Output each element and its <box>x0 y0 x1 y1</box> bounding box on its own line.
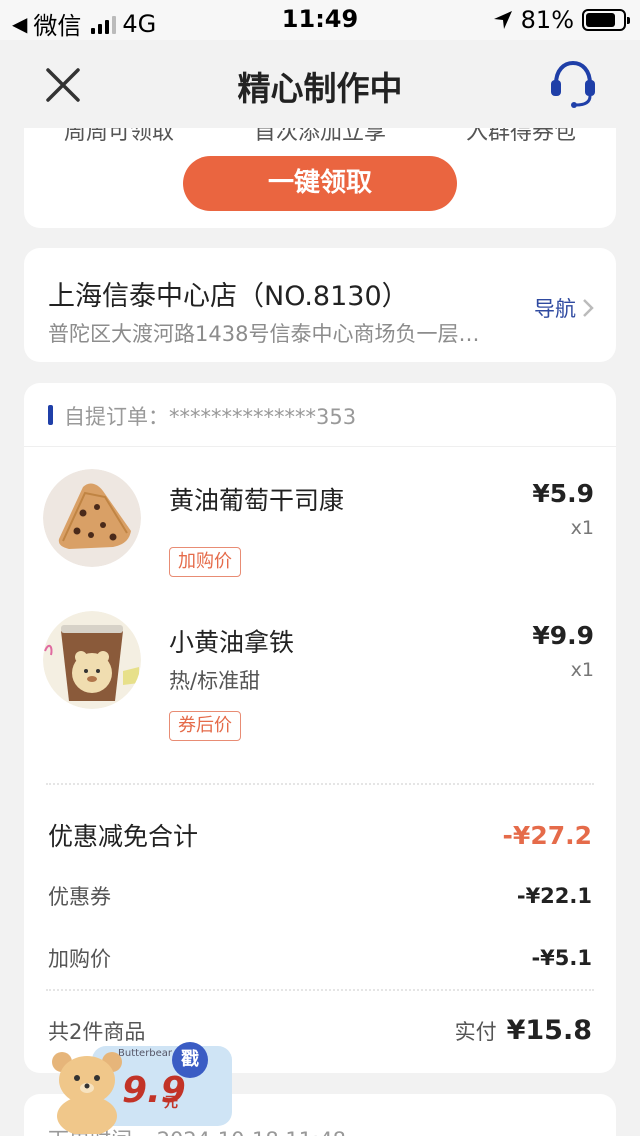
bear-mascot-icon <box>52 1052 122 1134</box>
promo-unit: 元 <box>164 1095 178 1111</box>
status-right: 81% <box>493 6 630 34</box>
battery-icon <box>582 9 630 31</box>
price-tag: 加购价 <box>169 547 241 577</box>
coupon-label: 优惠券 <box>48 885 111 909</box>
coupon-card: 周周可领取 首次添加立享 入群得券包 一键领取 <box>24 128 616 228</box>
discount-total-row: 优惠减免合计 -¥27.2 <box>48 817 592 853</box>
paid-value: ¥15.8 <box>506 1015 592 1046</box>
item-spec: 热/标准甜 <box>169 669 261 693</box>
addon-label: 加购价 <box>48 947 111 971</box>
price-tag: 券后价 <box>169 711 241 741</box>
customer-service-icon[interactable] <box>548 58 598 110</box>
item-name: 小黄油拿铁 <box>169 628 295 657</box>
item-quantity: x1 <box>570 659 594 681</box>
item-price: ¥5.9 <box>532 479 594 508</box>
paid-label: 实付 <box>454 1020 497 1044</box>
floating-promo-widget[interactable]: Butterbear 9.9 元 戳 <box>32 1040 232 1134</box>
status-bar: ◀ 微信 4G 11:49 81% <box>0 0 640 40</box>
divider <box>46 783 594 785</box>
page-title: 精心制作中 <box>237 69 403 108</box>
addon-row: 加购价 -¥5.1 <box>48 943 592 973</box>
scone-image <box>43 469 141 567</box>
navigate-link[interactable]: 导航 <box>534 293 594 323</box>
coupon-row: 优惠券 -¥22.1 <box>48 881 592 911</box>
order-item: 黄油葡萄干司康 加购价 ¥5.9 x1 <box>24 469 616 599</box>
chevron-right-icon <box>583 299 594 317</box>
amount-paid: 实付 ¥15.8 <box>455 1015 592 1046</box>
item-name: 黄油葡萄干司康 <box>169 486 345 515</box>
item-quantity: x1 <box>570 517 594 539</box>
addon-value: -¥5.1 <box>531 946 592 970</box>
store-address: 普陀区大渡河路1438号信泰中心商场负一层… <box>48 322 480 346</box>
battery-percent: 81% <box>520 6 574 34</box>
nav-bar: 精心制作中 <box>0 40 640 128</box>
navigate-label: 导航 <box>534 297 576 321</box>
latte-image <box>43 611 141 709</box>
location-arrow-icon <box>493 11 512 29</box>
claim-all-button[interactable]: 一键领取 <box>183 156 457 211</box>
divider <box>46 989 594 991</box>
coupon-peek-item: 周周可领取 <box>63 128 174 145</box>
discount-total-label: 优惠减免合计 <box>48 822 199 851</box>
item-price: ¥9.9 <box>532 621 594 650</box>
coupon-peek-row: 周周可领取 首次添加立享 入群得券包 <box>24 128 616 146</box>
coupon-value: -¥22.1 <box>516 884 592 908</box>
coupon-peek-item: 入群得券包 <box>465 128 576 145</box>
discount-total-value: -¥27.2 <box>502 820 592 850</box>
order-header: 自提订单：**************353 <box>24 383 616 447</box>
order-item: 小黄油拿铁 热/标准甜 券后价 ¥9.9 x1 <box>24 611 616 741</box>
promo-stamp-badge: 戳 <box>172 1042 208 1078</box>
store-name: 上海信泰中心店（NO.8130） <box>48 281 409 312</box>
order-card: 自提订单：**************353 黄油葡萄干司康 加购价 ¥5.9 … <box>24 383 616 1073</box>
coupon-peek-item: 首次添加立享 <box>253 128 386 145</box>
store-card[interactable]: 上海信泰中心店（NO.8130） 普陀区大渡河路1438号信泰中心商场负一层… … <box>24 248 616 362</box>
section-marker <box>48 405 53 425</box>
order-number: 自提订单：**************353 <box>64 405 357 429</box>
